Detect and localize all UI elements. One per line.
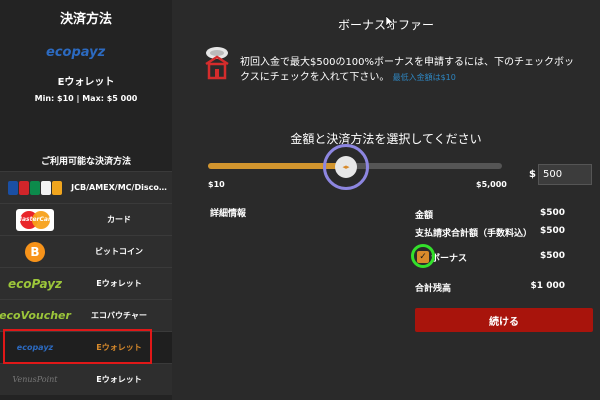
mouse-cursor-icon [386,16,394,28]
slider-min-label: $10 [208,180,225,189]
details-label: 詳細情報 [210,209,247,219]
sidebar-title: 決済方法 [59,12,112,27]
mastercard-logo: MasterCard [0,206,70,234]
current-method-limits: Min: $10 | Max: $5 000 [34,94,138,103]
payment-method-cards[interactable]: JCB/AMEX/MC/Disco… [0,171,172,203]
payment-method-venuspoint[interactable]: VenusPoint Eウォレット [0,363,172,395]
payment-method-label: JCB/AMEX/MC/Disco… [71,183,167,192]
payment-sidebar: 決済方法 ecopayz Eウォレット Min: $10 | Max: $5 0… [0,0,172,400]
payment-method-ecopayz[interactable]: ecoPayz Eウォレット [0,267,172,299]
ecopayz-logo: ecoPayz [7,276,63,291]
current-method-name: Eウォレット [57,77,115,88]
svg-text:ecopayz: ecopayz [46,45,106,60]
payment-method-label: エコバウチャー [91,311,147,320]
summary-label: ボーナス [431,254,468,264]
payment-method-ecovoucher[interactable]: ecoVoucher エコバウチャー [0,299,172,331]
payment-method-label: Eウォレット [96,375,142,384]
summary-row-total-charge: 支払請求合計額（手数料込） $500 [415,226,565,239]
summary-value: $500 [539,251,565,261]
card-brands-logo [0,174,70,202]
summary-label: 支払請求合計額（手数料込） [415,229,533,239]
summary-label: 合計残高 [415,284,452,294]
amount-input[interactable] [538,164,592,185]
summary-label: 金額 [415,211,434,221]
amount-currency: $ [529,169,536,180]
payment-method-mastercard[interactable]: MasterCard カード [0,203,172,235]
summary-value: $1 000 [530,281,565,291]
bonus-promo-text: 初回入金で最大$500の100%ボーナスを申請するには、下のチェックボックスにチ… [240,57,575,83]
deposit-panel: ボーナスオファー 初回入金で最大$500の100%ボーナスを申請するには、下のチ… [172,0,600,400]
ecovoucher-logo: ecoVoucher [0,309,71,322]
summary-value: $500 [539,208,565,218]
summary-row-amount: 金額 $500 [415,208,565,221]
slider-max-label: $5,000 [476,180,507,189]
summary-value: $500 [539,226,565,236]
payment-method-label: Eウォレット [96,279,142,288]
selection-highlight-frame [3,329,152,364]
min-deposit-note: 最低入金額は$10 [392,73,456,82]
select-amount-title: 金額と決済方法を選択してください [290,132,482,146]
checkbox-highlight-ring [411,244,435,268]
payment-method-label: ビットコイン [95,247,143,256]
summary-row-balance: 合計残高 $1 000 [415,281,565,294]
payment-method-label: カード [107,215,131,224]
amount-slider-handle[interactable]: ◂▸ [335,156,357,178]
bitcoin-logo: B [0,238,70,266]
current-method-logo: ecopayz [42,40,112,62]
payment-method-bitcoin[interactable]: B ビットコイン [0,235,172,267]
available-methods-title: ご利用可能な決済方法 [40,157,131,167]
continue-button[interactable]: 続ける [415,308,593,332]
summary-row-bonus: ボーナス $500 [431,251,565,264]
gift-box-icon [205,47,229,80]
venuspoint-logo: VenusPoint [12,375,58,384]
